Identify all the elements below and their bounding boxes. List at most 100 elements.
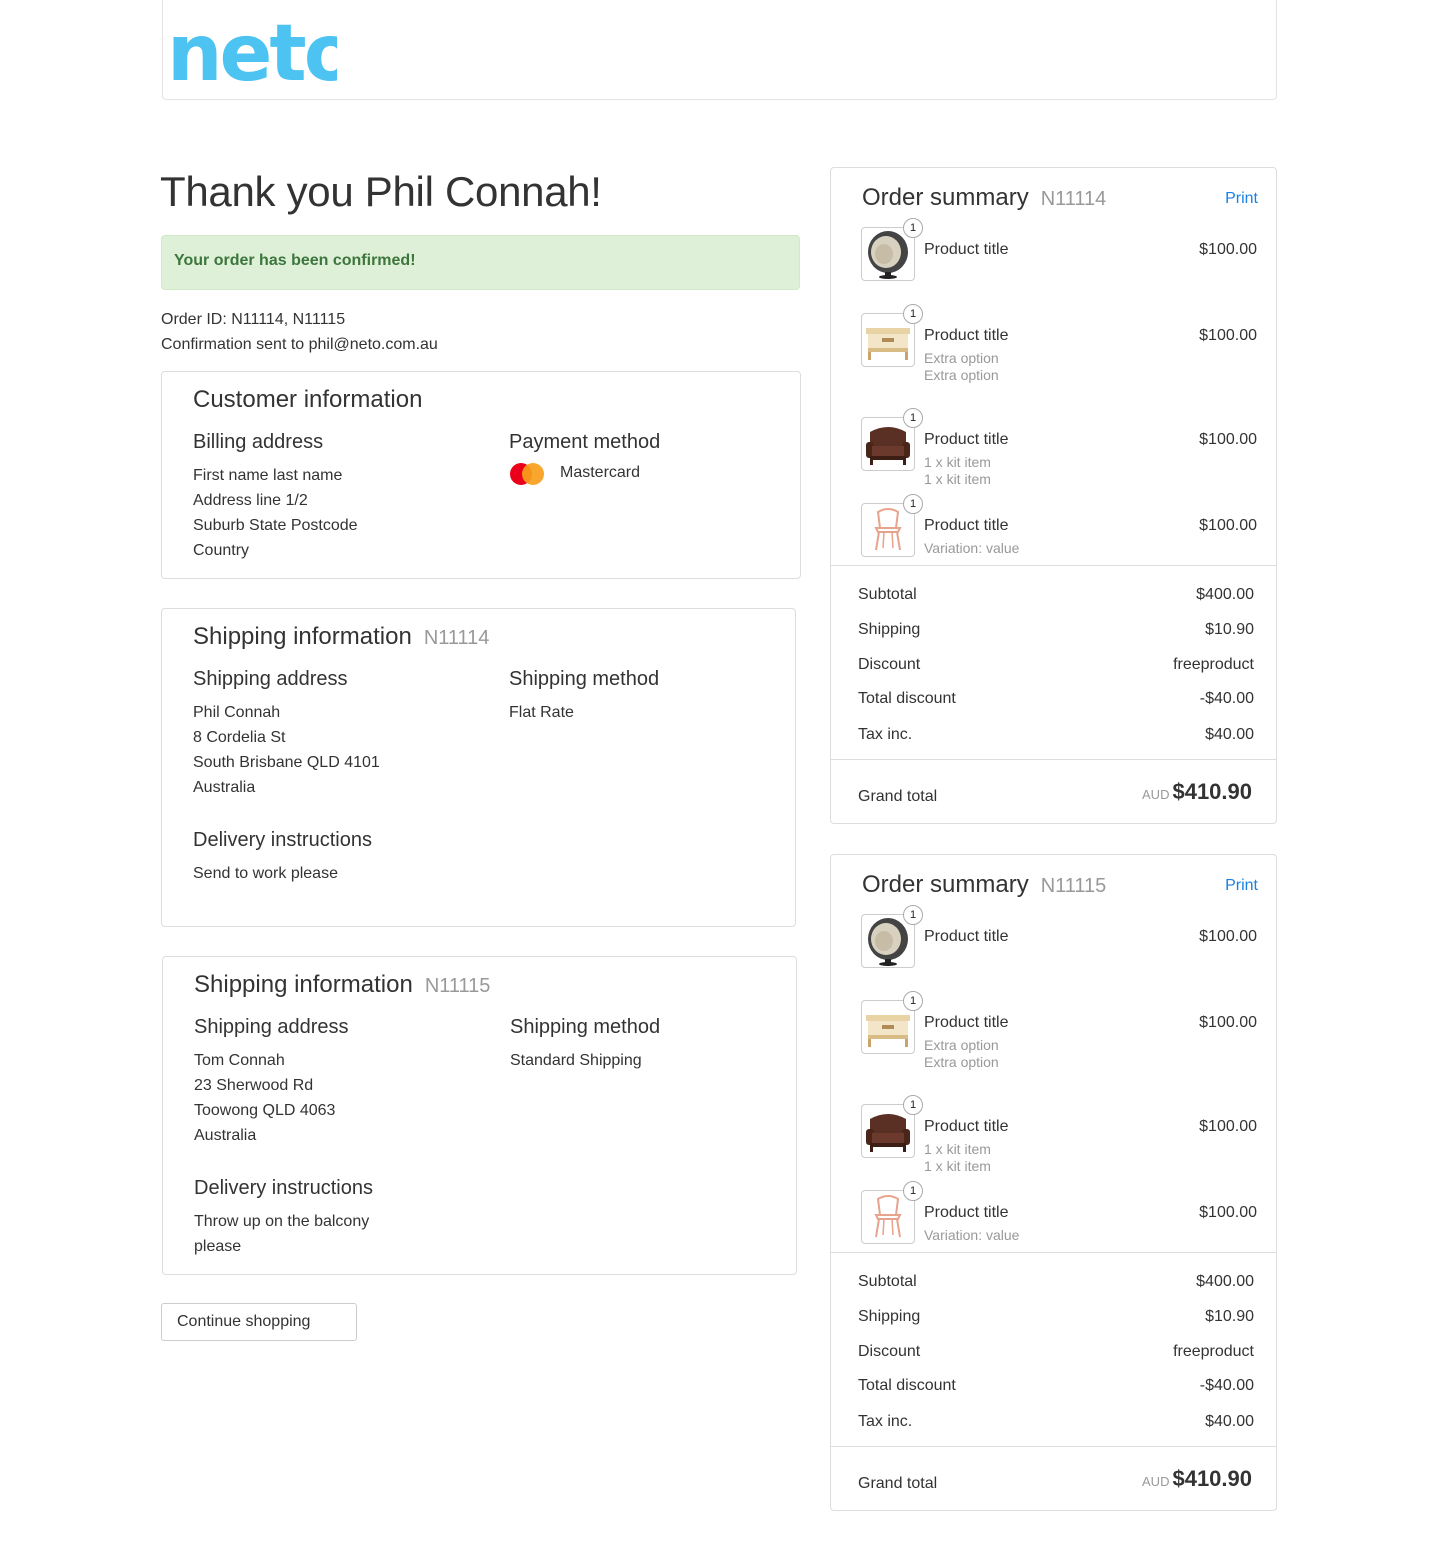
product-title[interactable]: Product title: [924, 327, 1008, 345]
order-item: 1 Product title $100.00 Extra option Extra o…: [861, 991, 1257, 1070]
total-row: Subtotal $400.00: [858, 1273, 1254, 1291]
total-row: Tax inc. $40.00: [858, 1413, 1254, 1431]
grand-total-label: Grand total: [858, 1475, 938, 1492]
product-title[interactable]: Product title: [924, 241, 1008, 259]
order-summary-title: Order summary N11114: [862, 184, 1107, 211]
quantity-badge: 1: [903, 1095, 923, 1115]
summary-divider: [831, 759, 1276, 760]
order-item: 1 Product title $100.00: [861, 905, 1257, 974]
total-value: -$40.00: [1199, 690, 1254, 707]
product-option: 1 x kit item: [924, 1158, 991, 1174]
product-option: Extra option: [924, 367, 999, 383]
total-value: $10.90: [1205, 1308, 1254, 1325]
total-value: freeproduct: [1173, 656, 1254, 673]
product-price: $100.00: [1199, 1118, 1257, 1135]
product-title[interactable]: Product title: [924, 517, 1008, 535]
delivery-instructions-heading: Delivery instructions: [194, 1177, 373, 1199]
product-option: Extra option: [924, 1037, 999, 1053]
total-label: Subtotal: [858, 586, 917, 603]
order-item: 1 Product title $100.00 1 x kit item 1 x kit…: [861, 1095, 1257, 1174]
neto-logo[interactable]: neto: [167, 9, 358, 99]
total-row: Total discount -$40.00: [858, 690, 1254, 708]
delivery-instructions-heading: Delivery instructions: [193, 829, 372, 851]
product-title[interactable]: Product title: [924, 1204, 1008, 1222]
currency-code: AUD: [1142, 1474, 1170, 1489]
shipping-address-line: Australia: [194, 1127, 257, 1144]
order-confirmed-alert: Your order has been confirmed!: [161, 235, 800, 290]
total-value: $40.00: [1205, 1413, 1254, 1430]
quantity-badge: 1: [903, 304, 923, 324]
grand-total-row: Grand total AUD $410.90: [858, 779, 1252, 806]
billing-address: First name last name Address line 1/2 Su…: [193, 463, 358, 563]
page-title: Thank you Phil Connah!: [160, 168, 602, 215]
order-item: 1 Product title $100.00 Extra option Extra o…: [861, 304, 1257, 383]
customer-information-title: Customer information: [193, 386, 423, 413]
product-price: $100.00: [1199, 928, 1257, 945]
order-id-text: Order ID: N11114, N11115: [161, 311, 346, 328]
total-label: Total discount: [858, 1377, 956, 1394]
order-summary-title: Order summary N11115: [862, 871, 1107, 898]
total-row: Total discount -$40.00: [858, 1377, 1254, 1395]
quantity-badge: 1: [903, 218, 923, 238]
site-header: neto: [162, 0, 1277, 100]
product-price: $100.00: [1199, 431, 1257, 448]
product-option: Extra option: [924, 350, 999, 366]
total-value: $400.00: [1196, 586, 1254, 603]
total-value: $10.90: [1205, 621, 1254, 638]
shipping-address-heading: Shipping address: [194, 1016, 349, 1038]
quantity-badge: 1: [903, 494, 923, 514]
product-option: Variation: value: [924, 1227, 1020, 1243]
total-row: Shipping $10.90: [858, 621, 1254, 639]
delivery-instructions-line: please: [194, 1238, 242, 1255]
shipping-address-line: 8 Cordelia St: [193, 729, 286, 746]
shipping-information-panel: Shipping information N11115 Shipping addr…: [162, 956, 797, 1275]
order-item: 1 Product title $100.00 Variation: value: [861, 494, 1257, 563]
billing-line: Country: [193, 542, 250, 559]
total-row: Subtotal $400.00: [858, 586, 1254, 604]
customer-information-panel: Customer information Billing address Fir…: [161, 371, 801, 579]
product-option: 1 x kit item: [924, 1141, 991, 1157]
shipping-address-line: South Brisbane QLD 4101: [193, 754, 380, 771]
svg-text:neto: neto: [167, 10, 337, 90]
payment-method-heading: Payment method: [509, 431, 661, 453]
product-title[interactable]: Product title: [924, 431, 1008, 449]
shipping-address: Phil Connah 8 Cordelia St South Brisbane…: [193, 700, 380, 800]
currency-code: AUD: [1142, 787, 1170, 802]
summary-divider: [831, 565, 1276, 566]
total-value: freeproduct: [1173, 1343, 1254, 1360]
product-title[interactable]: Product title: [924, 1014, 1008, 1032]
product-price: $100.00: [1199, 241, 1257, 258]
product-option: Variation: value: [924, 540, 1020, 556]
delivery-instructions-line: Throw up on the balcony: [194, 1213, 370, 1230]
quantity-badge: 1: [903, 1181, 923, 1201]
continue-shopping-button[interactable]: Continue shopping: [161, 1303, 357, 1341]
total-row: Discount freeproduct: [858, 1343, 1254, 1361]
total-label: Discount: [858, 1343, 921, 1360]
product-title[interactable]: Product title: [924, 928, 1008, 946]
product-title[interactable]: Product title: [924, 1118, 1008, 1136]
shipping-information-title: Shipping information N11114: [193, 623, 490, 650]
shipping-information-panel: Shipping information N11114 Shipping addr…: [161, 608, 796, 927]
summary-divider: [831, 1446, 1276, 1447]
shipping-method-value: Flat Rate: [509, 704, 574, 721]
print-link[interactable]: Print: [1225, 190, 1258, 208]
order-summary-number: N11114: [1040, 188, 1107, 210]
billing-line: First name last name: [193, 467, 343, 484]
total-label: Shipping: [858, 1308, 921, 1325]
total-row: Tax inc. $40.00: [858, 726, 1254, 744]
product-option: 1 x kit item: [924, 471, 991, 487]
shipping-order-number: N11114: [423, 627, 490, 649]
product-price: $100.00: [1199, 1204, 1257, 1221]
product-option: Extra option: [924, 1054, 999, 1070]
order-summary-panel: Order summary N11115 Print 1 Product title $1…: [830, 854, 1277, 1511]
confirmation-text: Confirmation sent to phil@neto.com.au: [161, 336, 438, 353]
shipping-method-value: Standard Shipping: [510, 1052, 642, 1069]
grand-total-value: AUD $410.90: [1142, 1466, 1252, 1491]
total-label: Total discount: [858, 690, 956, 707]
billing-address-heading: Billing address: [193, 431, 324, 453]
shipping-address-line: Phil Connah: [193, 704, 281, 721]
total-row: Discount freeproduct: [858, 656, 1254, 674]
billing-line: Address line 1/2: [193, 492, 308, 509]
print-link[interactable]: Print: [1225, 877, 1258, 895]
payment-method-value: Mastercard: [560, 464, 641, 481]
